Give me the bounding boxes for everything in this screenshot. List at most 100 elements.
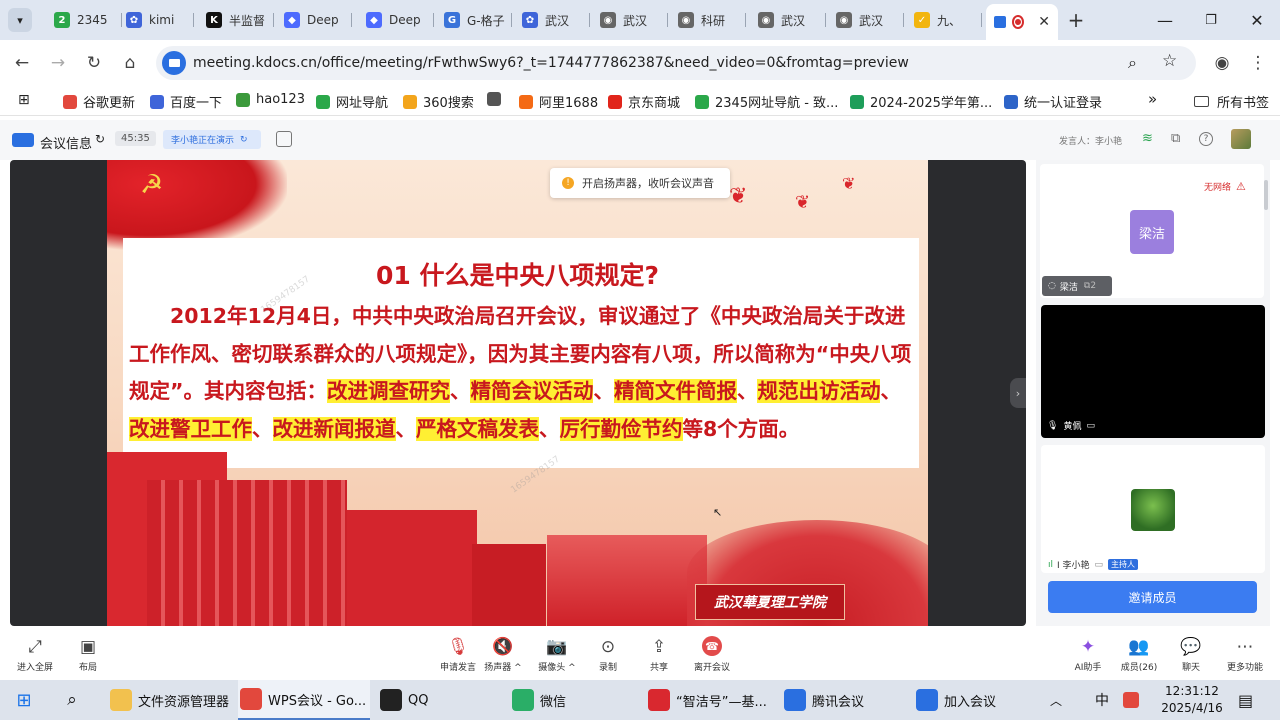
panel-scrollbar[interactable] — [1264, 180, 1268, 210]
bookmarks-more-button[interactable]: » — [1148, 90, 1157, 108]
school-name: 武汉華夏理工学院 — [714, 595, 826, 611]
speaker-tip-popup[interactable]: ! 开启扬声器，收听会议声音 — [550, 168, 730, 198]
bookmark-10[interactable]: 2024-2025学年第... — [850, 92, 992, 111]
bookmark-11[interactable]: 统一认证登录 — [1004, 92, 1102, 111]
taskbar-app-5[interactable]: “智洁号”—基... — [646, 680, 770, 720]
share-button[interactable]: ⇪ 共享 — [629, 636, 689, 673]
zoom-icon[interactable]: ⌕ — [1128, 53, 1137, 73]
browser-tab-6[interactable]: G G-格子 — [436, 6, 512, 34]
profile-icon[interactable]: ◉ — [1207, 48, 1237, 78]
bookmark-6[interactable] — [487, 92, 507, 106]
browser-tab-1[interactable]: 2 2345 — [46, 6, 122, 34]
bookmark-7[interactable]: 阿里1688 — [519, 92, 598, 111]
bookmark-9[interactable]: 2345网址导航 - 致... — [695, 92, 838, 111]
slide-body-tail: 等8个方面。 — [682, 416, 800, 441]
minimize-button[interactable]: — — [1142, 0, 1188, 40]
browser-tab-3[interactable]: K 半监督 — [198, 6, 274, 34]
tab-wps-meeting[interactable]: ✕ — [986, 4, 1058, 40]
recording-indicator-icon — [1012, 15, 1025, 29]
bookmark-favicon-icon — [608, 94, 622, 109]
browser-tab-4[interactable]: ◆ Deep — [276, 6, 352, 34]
bookmark-8[interactable]: 京东商城 — [608, 92, 680, 111]
browser-menu-icon[interactable]: ⋮ — [1243, 48, 1273, 78]
security-tray-icon[interactable] — [1123, 680, 1139, 720]
presenting-badge[interactable]: 李小艳正在演示 ↻ — [163, 130, 261, 149]
members-button[interactable]: 👥 成员(26) — [1109, 636, 1169, 673]
screen-share-toggle-icon[interactable] — [276, 131, 292, 147]
bookmark-3[interactable]: hao123 — [236, 92, 305, 107]
browser-tab-10[interactable]: ◉ 武汉 — [750, 6, 826, 34]
tab-separator — [351, 13, 352, 27]
address-bar[interactable]: meeting.kdocs.cn/office/meeting/rFwthwSw… — [156, 46, 1196, 80]
bookmark-2[interactable]: 百度一下 — [150, 92, 222, 111]
browser-tab-11[interactable]: ◉ 武汉 — [828, 6, 904, 34]
start-button[interactable]: ⊞ — [12, 680, 36, 720]
bookmark-5[interactable]: 360搜索 — [403, 92, 474, 111]
invite-members-button[interactable]: 邀请成员 — [1048, 581, 1257, 613]
more-button[interactable]: ⋯ 更多功能 — [1215, 636, 1275, 673]
network-status: 无网络 ⚠ — [1204, 180, 1246, 193]
back-button[interactable]: ← — [7, 48, 37, 78]
toolbar-label: 聊天 — [1181, 663, 1200, 673]
participant-tile-3[interactable] — [1041, 445, 1265, 573]
panel-collapse-button[interactable]: › — [1010, 378, 1026, 408]
bookmark-label: 2345网址导航 - 致... — [715, 96, 839, 111]
new-tab-button[interactable]: + — [1064, 8, 1088, 32]
refresh-info-icon[interactable]: ↻ — [95, 132, 105, 146]
system-clock[interactable]: 12:31:12 2025/4/16 — [1160, 683, 1224, 717]
browser-tab-9[interactable]: ◉ 科研 — [670, 6, 746, 34]
building-right — [547, 535, 707, 626]
browser-tab-8[interactable]: ◉ 武汉 — [592, 6, 668, 34]
bookmark-star-icon[interactable]: ☆ — [1162, 51, 1177, 71]
taskbar-app-label: 腾讯会议 — [812, 694, 865, 710]
toolbar-label: 更多功能 — [1226, 663, 1263, 673]
layout-button[interactable]: ▣ 布局 — [58, 636, 118, 673]
browser-tab-5[interactable]: ◆ Deep — [358, 6, 434, 34]
party-emblem-icon: ☭ — [140, 170, 164, 200]
restore-button[interactable]: ❐ — [1188, 0, 1234, 40]
meeting-timer: 45:35 — [115, 131, 156, 146]
user-avatar[interactable] — [1231, 129, 1251, 149]
taskbar-app-7[interactable]: 加入会议 — [914, 680, 1034, 720]
search-icon[interactable]: ⌕ — [60, 680, 84, 720]
taskbar-app-label: 文件资源管理器 — [138, 694, 230, 710]
fullscreen-icon: ⤢ — [28, 637, 42, 657]
browser-tab-12[interactable]: ✓ 九、 — [906, 6, 982, 34]
bookmark-4[interactable]: 网址导航 — [316, 92, 388, 111]
participant-tile-2[interactable]: 🎙 黄佩 ▭ — [1041, 305, 1265, 438]
forward-button[interactable]: → — [43, 48, 73, 78]
participant-count-1: 2 — [1090, 281, 1097, 291]
ime-indicator[interactable]: 中 — [1095, 680, 1109, 720]
taskbar-app-6[interactable]: 腾讯会议 — [782, 680, 902, 720]
taskbar-app-4[interactable]: 微信 — [510, 680, 632, 720]
url-text[interactable]: meeting.kdocs.cn/office/meeting/rFwthwSw… — [193, 55, 909, 71]
audio-level-icon: ıl — [1048, 559, 1054, 570]
browser-tab-2[interactable]: ✿ kimi — [118, 6, 194, 34]
all-bookmarks-button[interactable]: 所有书签 — [1194, 92, 1269, 111]
close-window-button[interactable]: ✕ — [1234, 0, 1280, 40]
close-tab-icon[interactable]: ✕ — [1038, 14, 1050, 30]
chat-button[interactable]: 💬 聊天 — [1161, 636, 1221, 673]
tab-search-button[interactable]: ▾ — [8, 8, 32, 32]
bookmark-1[interactable]: 谷歌更新 — [63, 92, 135, 111]
bookmark-favicon-icon — [150, 94, 164, 109]
copy-icon[interactable]: ⧉ — [1171, 131, 1180, 146]
participant-video-panel: 无网络 ⚠ 梁洁 ◌ 梁洁 ⧉ 2 🎙 黄佩 ▭ ıl I 李小艳 ▭ 主持人 … — [1036, 160, 1270, 626]
app-icon — [648, 689, 670, 711]
taskbar-app-3[interactable]: QQ — [378, 680, 498, 720]
taskbar-app-2[interactable]: WPS会议 - Go... — [238, 680, 370, 720]
speaker-muted-button[interactable]: 🔇 扬声器 ^ — [473, 636, 533, 673]
help-icon[interactable]: ? — [1199, 132, 1213, 146]
apps-grid-icon[interactable]: ⊞ — [18, 92, 30, 108]
reload-button[interactable]: ↻ — [79, 48, 109, 78]
tab-separator — [193, 13, 194, 27]
home-button[interactable]: ⌂ — [115, 48, 145, 78]
show-hidden-icons[interactable]: ︿ — [1050, 680, 1062, 720]
notification-icon[interactable]: ▤ — [1238, 680, 1253, 720]
meeting-info-label[interactable]: 会议信息 — [40, 133, 92, 152]
fullscreen-button[interactable]: ⤢ 进入全屏 — [5, 636, 65, 673]
tab-favicon-icon: ✿ — [126, 12, 142, 28]
leave-button[interactable]: ☎ 离开会议 — [682, 636, 742, 673]
browser-tab-7[interactable]: ✿ 武汉 — [514, 6, 590, 34]
taskbar-app-1[interactable]: 文件资源管理器 — [108, 680, 233, 720]
